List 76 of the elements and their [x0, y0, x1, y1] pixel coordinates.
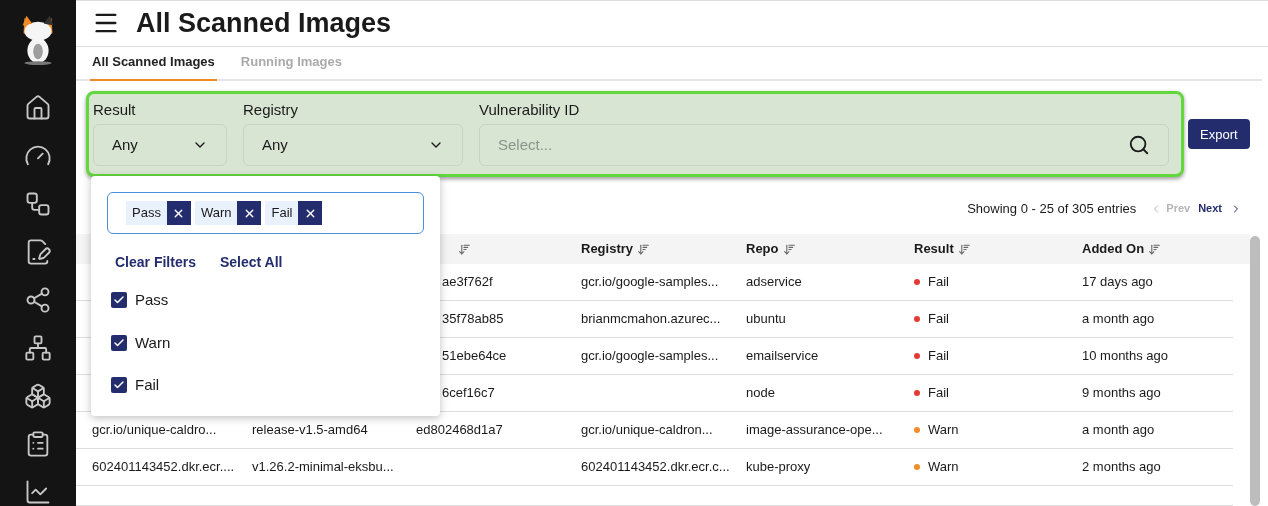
table-cell-text: image-assurance-ope... [746, 421, 883, 440]
remove-chip-button[interactable] [298, 201, 323, 225]
table-cell-text: emailservice [746, 347, 819, 366]
sort-icon[interactable] [782, 242, 796, 256]
dropdown-select[interactable]: Any [243, 124, 463, 167]
dropdown-select[interactable]: Any [93, 124, 227, 167]
table-cell-text: release-v1.5-amd64 [252, 421, 368, 440]
table-cell-text: Fail [928, 273, 949, 292]
table-cell-text: a month ago [1082, 421, 1155, 440]
remove-chip-button[interactable] [237, 201, 262, 225]
table-cell-text: kube-proxy [746, 458, 811, 477]
table-cell-text: gcr.io/unique-caldron... [581, 421, 713, 440]
search-field[interactable]: Select... [479, 124, 1169, 167]
option-label: Fail [135, 375, 160, 395]
search-icon [1128, 134, 1150, 157]
network-icon[interactable] [24, 334, 52, 362]
filter-action-link[interactable]: Select All [219, 252, 283, 273]
next-button[interactable]: Next [1198, 200, 1242, 217]
sort-icon[interactable] [637, 242, 651, 256]
field-label: Result [93, 100, 137, 120]
tab[interactable]: All Scanned Images [90, 51, 217, 82]
table-cell-text: 17 days ago [1082, 273, 1153, 292]
checkbox[interactable] [111, 334, 127, 351]
table-cell-text: node [746, 384, 775, 403]
table-cell-text: ubuntu [746, 310, 786, 329]
table-cell-text: v1.26.2-minimal-eksbu... [252, 458, 394, 477]
chart-icon[interactable] [24, 478, 52, 506]
column-header[interactable]: Added On [1082, 239, 1145, 259]
check-icon [113, 336, 125, 349]
remove-chip-button[interactable] [166, 201, 191, 225]
nodes-icon[interactable] [24, 286, 52, 314]
table-cell-text: 2 months ago [1082, 458, 1161, 477]
filter-chip: Fail [265, 201, 299, 225]
filter-chip: Pass [126, 201, 167, 225]
table-cell-text: adservice [746, 273, 802, 292]
table-cell-text: 6cef16c7 [442, 384, 495, 403]
table-cell-text: ed802468d1a7 [416, 421, 503, 440]
option-label: Pass [135, 290, 169, 310]
table-cell-text: gcr.io/google-samples... [581, 347, 719, 366]
table-cell-text: Fail [928, 384, 949, 403]
table-cell-text: Warn [928, 421, 959, 440]
table-cell-text: Fail [928, 310, 949, 329]
boxes-icon[interactable] [24, 382, 52, 410]
table-cell-text: 51ebe64ce [442, 347, 507, 366]
table-cell-text: Fail [928, 347, 949, 366]
filter-chip: Warn [194, 201, 238, 225]
checkbox[interactable] [111, 292, 127, 309]
column-header[interactable]: Registry [581, 239, 634, 259]
table-cell-text: a month ago [1082, 310, 1155, 329]
search-input[interactable]: Select... [498, 134, 1128, 157]
field-label: Registry [243, 100, 299, 120]
filter-action-link[interactable]: Clear Filters [115, 252, 196, 273]
option-label: Warn [135, 332, 171, 353]
table-cell-text: gcr.io/unique-caldro... [92, 421, 217, 440]
sort-icon[interactable] [1148, 242, 1162, 256]
field-label: Vulnerability ID [479, 100, 581, 120]
table-cell-text: 602401143452.dkr.ecr.c... [581, 458, 730, 477]
table-cell-text: gcr.io/google-samples... [581, 273, 719, 292]
workflow-icon[interactable] [24, 190, 52, 218]
checkbox[interactable] [111, 377, 127, 394]
chip-field[interactable]: Pass Warn Fail [107, 192, 424, 234]
table-cell-text: 602401143452.dkr.ecr.... [92, 458, 235, 477]
sort-icon[interactable] [957, 242, 971, 256]
entries-summary: Showing 0 - 25 of 305 entries [967, 199, 1137, 218]
home-icon[interactable] [24, 94, 52, 122]
table-cell-text: 10 months ago [1082, 347, 1168, 366]
export-button[interactable]: Export [1188, 119, 1250, 150]
table-cell-text: 35f78ab85 [442, 310, 504, 329]
column-header[interactable]: Repo [746, 239, 779, 259]
page-title: All Scanned Images [136, 7, 392, 41]
table-cell-text: Warn [928, 458, 959, 477]
column-header[interactable]: Result [914, 239, 954, 259]
sort-icon[interactable] [458, 242, 471, 256]
table-cell-text: brianmcmahon.azurec... [581, 310, 721, 329]
table-cell-text: 9 months ago [1082, 384, 1161, 403]
table-cell-text: ae3f762f [442, 273, 493, 292]
